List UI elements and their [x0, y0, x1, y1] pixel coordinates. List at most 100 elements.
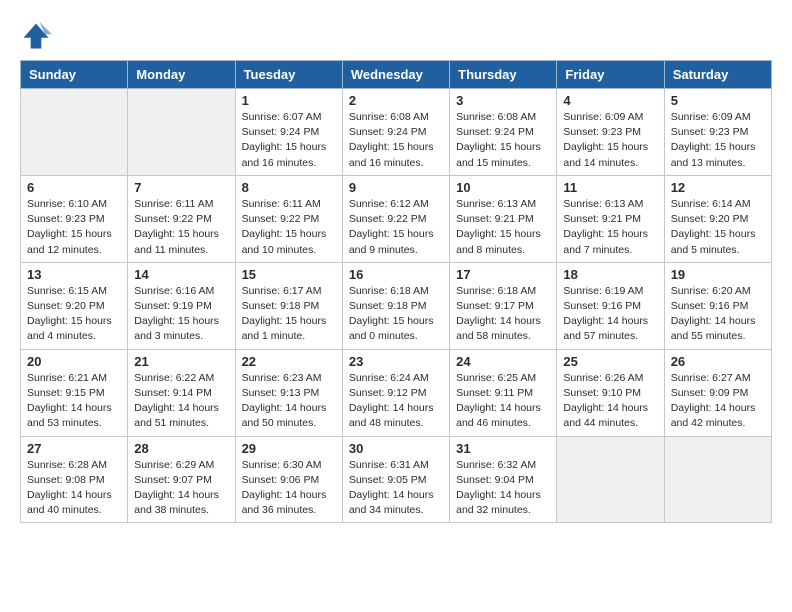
calendar-header-tuesday: Tuesday [235, 61, 342, 89]
day-info: Sunrise: 6:16 AM Sunset: 9:19 PM Dayligh… [134, 284, 228, 345]
day-info: Sunrise: 6:28 AM Sunset: 9:08 PM Dayligh… [27, 458, 121, 519]
day-info: Sunrise: 6:22 AM Sunset: 9:14 PM Dayligh… [134, 371, 228, 432]
calendar-cell: 24 Sunrise: 6:25 AM Sunset: 9:11 PM Dayli… [450, 349, 557, 436]
calendar-cell: 28 Sunrise: 6:29 AM Sunset: 9:07 PM Dayli… [128, 436, 235, 523]
day-info: Sunrise: 6:24 AM Sunset: 9:12 PM Dayligh… [349, 371, 443, 432]
day-number: 14 [134, 267, 228, 282]
day-info: Sunrise: 6:08 AM Sunset: 9:24 PM Dayligh… [349, 110, 443, 171]
day-number: 7 [134, 180, 228, 195]
calendar-week-row: 13 Sunrise: 6:15 AM Sunset: 9:20 PM Dayli… [21, 262, 772, 349]
day-number: 11 [563, 180, 657, 195]
day-info: Sunrise: 6:25 AM Sunset: 9:11 PM Dayligh… [456, 371, 550, 432]
day-info: Sunrise: 6:15 AM Sunset: 9:20 PM Dayligh… [27, 284, 121, 345]
calendar-cell: 17 Sunrise: 6:18 AM Sunset: 9:17 PM Dayli… [450, 262, 557, 349]
calendar-cell: 30 Sunrise: 6:31 AM Sunset: 9:05 PM Dayli… [342, 436, 449, 523]
day-info: Sunrise: 6:19 AM Sunset: 9:16 PM Dayligh… [563, 284, 657, 345]
calendar-cell: 10 Sunrise: 6:13 AM Sunset: 9:21 PM Dayli… [450, 175, 557, 262]
header [20, 16, 772, 52]
calendar-cell: 29 Sunrise: 6:30 AM Sunset: 9:06 PM Dayli… [235, 436, 342, 523]
day-number: 2 [349, 93, 443, 108]
calendar-header-friday: Friday [557, 61, 664, 89]
day-info: Sunrise: 6:13 AM Sunset: 9:21 PM Dayligh… [563, 197, 657, 258]
day-number: 26 [671, 354, 765, 369]
calendar-cell: 27 Sunrise: 6:28 AM Sunset: 9:08 PM Dayli… [21, 436, 128, 523]
logo [20, 20, 56, 52]
calendar-cell: 13 Sunrise: 6:15 AM Sunset: 9:20 PM Dayli… [21, 262, 128, 349]
calendar-cell: 7 Sunrise: 6:11 AM Sunset: 9:22 PM Daylig… [128, 175, 235, 262]
day-number: 1 [242, 93, 336, 108]
day-number: 29 [242, 441, 336, 456]
calendar-table: SundayMondayTuesdayWednesdayThursdayFrid… [20, 60, 772, 523]
calendar-cell: 20 Sunrise: 6:21 AM Sunset: 9:15 PM Dayli… [21, 349, 128, 436]
calendar-week-row: 27 Sunrise: 6:28 AM Sunset: 9:08 PM Dayli… [21, 436, 772, 523]
calendar-cell: 16Sunrise: 6:18 AM Sunset: 9:18 PM Dayli… [342, 262, 449, 349]
day-info: Sunrise: 6:12 AM Sunset: 9:22 PM Dayligh… [349, 197, 443, 258]
calendar-cell: 31Sunrise: 6:32 AM Sunset: 9:04 PM Dayli… [450, 436, 557, 523]
day-info: Sunrise: 6:32 AM Sunset: 9:04 PM Dayligh… [456, 458, 550, 519]
day-number: 9 [349, 180, 443, 195]
day-info: Sunrise: 6:11 AM Sunset: 9:22 PM Dayligh… [134, 197, 228, 258]
day-info: Sunrise: 6:23 AM Sunset: 9:13 PM Dayligh… [242, 371, 336, 432]
day-number: 22 [242, 354, 336, 369]
logo-icon [20, 20, 52, 52]
day-number: 6 [27, 180, 121, 195]
day-number: 21 [134, 354, 228, 369]
day-number: 8 [242, 180, 336, 195]
day-number: 19 [671, 267, 765, 282]
calendar-cell [664, 436, 771, 523]
day-number: 30 [349, 441, 443, 456]
calendar-header-sunday: Sunday [21, 61, 128, 89]
calendar-week-row: 20 Sunrise: 6:21 AM Sunset: 9:15 PM Dayli… [21, 349, 772, 436]
day-info: Sunrise: 6:31 AM Sunset: 9:05 PM Dayligh… [349, 458, 443, 519]
day-number: 20 [27, 354, 121, 369]
day-info: Sunrise: 6:21 AM Sunset: 9:15 PM Dayligh… [27, 371, 121, 432]
calendar-week-row: 1 Sunrise: 6:07 AM Sunset: 9:24 PM Daylig… [21, 89, 772, 176]
day-number: 28 [134, 441, 228, 456]
calendar-header-thursday: Thursday [450, 61, 557, 89]
calendar-cell: 14 Sunrise: 6:16 AM Sunset: 9:19 PM Dayli… [128, 262, 235, 349]
day-number: 27 [27, 441, 121, 456]
calendar-cell: 25Sunrise: 6:26 AM Sunset: 9:10 PM Dayli… [557, 349, 664, 436]
day-number: 23 [349, 354, 443, 369]
day-number: 4 [563, 93, 657, 108]
day-number: 13 [27, 267, 121, 282]
day-info: Sunrise: 6:10 AM Sunset: 9:23 PM Dayligh… [27, 197, 121, 258]
page: SundayMondayTuesdayWednesdayThursdayFrid… [0, 0, 792, 612]
day-number: 18 [563, 267, 657, 282]
day-number: 3 [456, 93, 550, 108]
day-info: Sunrise: 6:11 AM Sunset: 9:22 PM Dayligh… [242, 197, 336, 258]
day-info: Sunrise: 6:26 AM Sunset: 9:10 PM Dayligh… [563, 371, 657, 432]
calendar-cell: 26 Sunrise: 6:27 AM Sunset: 9:09 PM Dayli… [664, 349, 771, 436]
day-number: 12 [671, 180, 765, 195]
calendar-cell: 3 Sunrise: 6:08 AM Sunset: 9:24 PM Daylig… [450, 89, 557, 176]
day-number: 5 [671, 93, 765, 108]
day-info: Sunrise: 6:13 AM Sunset: 9:21 PM Dayligh… [456, 197, 550, 258]
calendar-cell: 15Sunrise: 6:17 AM Sunset: 9:18 PM Dayli… [235, 262, 342, 349]
day-info: Sunrise: 6:29 AM Sunset: 9:07 PM Dayligh… [134, 458, 228, 519]
calendar-cell: 6 Sunrise: 6:10 AM Sunset: 9:23 PM Daylig… [21, 175, 128, 262]
calendar-cell: 1 Sunrise: 6:07 AM Sunset: 9:24 PM Daylig… [235, 89, 342, 176]
day-number: 16 [349, 267, 443, 282]
calendar-cell: 22 Sunrise: 6:23 AM Sunset: 9:13 PM Dayli… [235, 349, 342, 436]
calendar-header-wednesday: Wednesday [342, 61, 449, 89]
calendar-cell: 11 Sunrise: 6:13 AM Sunset: 9:21 PM Dayli… [557, 175, 664, 262]
day-info: Sunrise: 6:30 AM Sunset: 9:06 PM Dayligh… [242, 458, 336, 519]
day-number: 24 [456, 354, 550, 369]
calendar-cell: 23 Sunrise: 6:24 AM Sunset: 9:12 PM Dayli… [342, 349, 449, 436]
day-info: Sunrise: 6:07 AM Sunset: 9:24 PM Dayligh… [242, 110, 336, 171]
day-info: Sunrise: 6:14 AM Sunset: 9:20 PM Dayligh… [671, 197, 765, 258]
day-info: Sunrise: 6:17 AM Sunset: 9:18 PM Dayligh… [242, 284, 336, 345]
calendar-cell [128, 89, 235, 176]
calendar-cell [557, 436, 664, 523]
calendar-cell: 18 Sunrise: 6:19 AM Sunset: 9:16 PM Dayli… [557, 262, 664, 349]
day-info: Sunrise: 6:20 AM Sunset: 9:16 PM Dayligh… [671, 284, 765, 345]
day-info: Sunrise: 6:18 AM Sunset: 9:17 PM Dayligh… [456, 284, 550, 345]
calendar-cell: 5 Sunrise: 6:09 AM Sunset: 9:23 PM Daylig… [664, 89, 771, 176]
day-info: Sunrise: 6:08 AM Sunset: 9:24 PM Dayligh… [456, 110, 550, 171]
day-info: Sunrise: 6:27 AM Sunset: 9:09 PM Dayligh… [671, 371, 765, 432]
calendar-header-monday: Monday [128, 61, 235, 89]
day-number: 17 [456, 267, 550, 282]
day-number: 10 [456, 180, 550, 195]
day-info: Sunrise: 6:09 AM Sunset: 9:23 PM Dayligh… [671, 110, 765, 171]
calendar-header-saturday: Saturday [664, 61, 771, 89]
